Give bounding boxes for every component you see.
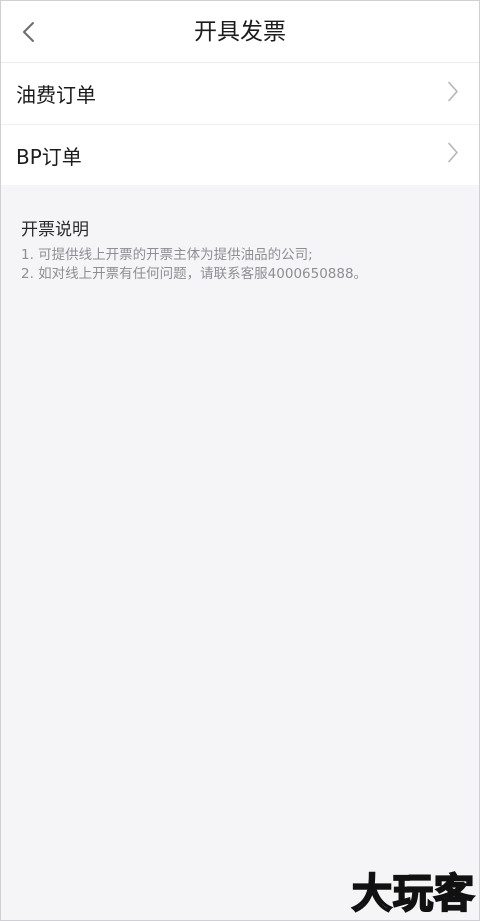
page-title: 开具发票 [194, 19, 286, 45]
app-frame: 开具发票 油费订单 BP订单 开票说明 1. 可提供线上开票的开票主体为提供油品… [0, 0, 480, 921]
fuel-order-item[interactable]: 油费订单 [1, 63, 479, 124]
fuel-order-label: 油费订单 [16, 83, 96, 107]
order-type-list: 油费订单 BP订单 [1, 63, 479, 185]
nav-header: 开具发票 [1, 1, 479, 63]
notes-line-2: 2. 如对线上开票有任何问题，请联系客服4000650888。 [21, 266, 368, 282]
chevron-right-icon [447, 142, 459, 169]
back-button[interactable] [9, 12, 49, 52]
notes-title: 开票说明 [21, 220, 89, 240]
notes-line-1: 1. 可提供线上开票的开票主体为提供油品的公司; [21, 247, 313, 263]
invoice-notes: 开票说明 1. 可提供线上开票的开票主体为提供油品的公司; 2. 如对线上开票有… [21, 217, 461, 284]
bp-order-item[interactable]: BP订单 [1, 124, 479, 185]
watermark-logo: 大玩客 [351, 871, 475, 917]
chevron-right-icon [447, 80, 459, 107]
chevron-left-icon [21, 20, 37, 44]
bp-order-label: BP订单 [16, 144, 82, 169]
